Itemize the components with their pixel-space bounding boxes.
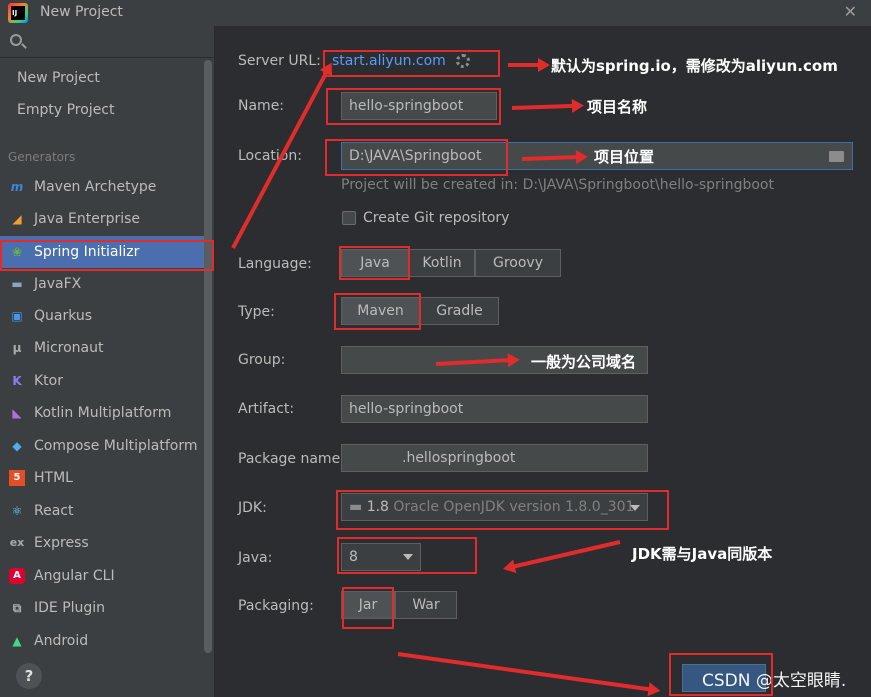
close-icon[interactable]: ✕ [844, 2, 857, 21]
artifact-field[interactable]: hello-springboot [341, 395, 648, 423]
sidebar-item-ide-plugin[interactable]: ⧉ IDE Plugin [0, 592, 207, 624]
generators-group-label: Generators [8, 150, 76, 164]
annotation-box-java-version [337, 537, 477, 574]
language-label: Language: [238, 256, 312, 272]
title-bar: IJ New Project ✕ [0, 0, 871, 26]
sidebar-item-label: Quarkus [34, 308, 93, 324]
annotation-box-location [325, 139, 508, 176]
packaging-war-button[interactable]: War [395, 591, 457, 619]
sidebar-item-kotlin-multiplatform[interactable]: ◣ Kotlin Multiplatform [0, 397, 207, 429]
folder-browse-icon[interactable] [829, 151, 844, 162]
folder-icon: ▬ [11, 277, 23, 291]
window-title: New Project [40, 4, 123, 20]
artifact-label: Artifact: [238, 401, 295, 417]
kotlin-icon: ◣ [12, 406, 22, 420]
annotation-note-group: 一般为公司域名 [531, 353, 637, 371]
search-field[interactable] [0, 30, 215, 58]
annotation-note-name: 项目名称 [587, 98, 648, 116]
sidebar-item-label: Maven Archetype [34, 179, 157, 195]
annotation-box-jar [342, 587, 394, 629]
sidebar-item-express[interactable]: ex Express [0, 527, 207, 559]
annotation-arrow [512, 540, 621, 569]
annotation-box-java [339, 246, 410, 280]
sidebar-item-react[interactable]: ⚛ React [0, 495, 207, 527]
quarkus-icon: ▣ [11, 309, 23, 323]
react-icon: ⚛ [11, 504, 23, 518]
sidebar-item-label: IDE Plugin [34, 600, 106, 616]
java-enterprise-icon: ◢ [12, 212, 22, 226]
annotation-box-server-url [323, 50, 500, 77]
server-url-label: Server URL: [238, 53, 321, 69]
express-icon: ex [9, 536, 25, 549]
ktor-icon: K [12, 374, 22, 388]
sidebar-item-angular-cli[interactable]: A Angular CLI [0, 560, 207, 592]
plugin-icon: ⧉ [12, 601, 22, 615]
annotation-note-location: 项目位置 [594, 148, 655, 166]
sidebar: New Project Empty Project Generators m Ma… [0, 26, 215, 697]
sidebar-item-new-project[interactable]: New Project [0, 62, 207, 94]
sidebar-item-label: Java Enterprise [34, 211, 141, 227]
sidebar-item-label: Ktor [34, 373, 63, 389]
angular-icon: A [9, 568, 25, 584]
annotation-box-jdk [336, 490, 669, 530]
android-icon: ▲ [12, 634, 22, 648]
maven-m-icon: m [10, 180, 24, 194]
sidebar-item-label: Micronaut [34, 340, 104, 356]
sidebar-item-maven-archetype[interactable]: m Maven Archetype [0, 171, 207, 203]
location-hint: Project will be created in: D:\JAVA\Spri… [341, 177, 774, 193]
type-gradle-button[interactable]: Gradle [420, 297, 499, 325]
packaging-label: Packaging: [238, 598, 314, 614]
sidebar-item-label: HTML [34, 470, 73, 486]
sidebar-item-label: Compose Multiplatform [34, 438, 198, 454]
location-label: Location: [238, 148, 302, 164]
language-kotlin-button[interactable]: Kotlin [409, 249, 475, 277]
sidebar-item-java-enterprise[interactable]: ◢ Java Enterprise [0, 203, 207, 235]
language-groovy-button[interactable]: Groovy [475, 249, 561, 277]
type-label: Type: [238, 304, 275, 320]
git-checkbox[interactable] [342, 211, 356, 225]
sidebar-item-compose-multiplatform[interactable]: ◆ Compose Multiplatform [0, 430, 207, 462]
micronaut-mu-icon: μ [12, 341, 22, 355]
sidebar-scrollbar[interactable] [204, 60, 212, 653]
annotation-note-server: 默认为spring.io，需修改为aliyun.com [551, 57, 838, 75]
sidebar-item-empty-project[interactable]: Empty Project [0, 94, 207, 126]
sidebar-item-javafx[interactable]: ▬ JavaFX [0, 268, 207, 300]
name-label: Name: [238, 98, 285, 114]
intellij-logo-icon: IJ [8, 3, 28, 23]
annotation-arrow [511, 103, 575, 110]
annotation-box-spring-initializr [0, 240, 214, 271]
annotation-arrow [397, 652, 651, 692]
sidebar-item-label: Android [34, 633, 89, 649]
annotation-arrow [508, 58, 550, 72]
sidebar-item-html[interactable]: 5 HTML [0, 462, 207, 494]
java-label: Java: [238, 550, 273, 566]
annotation-box-maven [334, 293, 421, 330]
git-checkbox-label: Create Git repository [363, 210, 510, 226]
annotation-note-jdk: JDK需与Java同版本 [632, 545, 773, 563]
sidebar-item-ktor[interactable]: K Ktor [0, 365, 207, 397]
jdk-label: JDK: [238, 500, 267, 516]
annotation-box-next [669, 653, 773, 696]
sidebar-item-label: Angular CLI [34, 568, 115, 584]
sidebar-item-label: JavaFX [34, 276, 82, 292]
help-button[interactable]: ? [16, 663, 42, 689]
compose-icon: ◆ [12, 439, 22, 453]
package-name-field[interactable]: .hellospringboot [341, 444, 648, 472]
sidebar-item-label: Empty Project [17, 102, 115, 118]
sidebar-item-micronaut[interactable]: μ Micronaut [0, 332, 207, 364]
sidebar-item-android[interactable]: ▲ Android [0, 625, 207, 657]
package-name-label: Package name: [238, 451, 345, 467]
html5-icon: 5 [9, 470, 25, 486]
sidebar-item-label: React [34, 503, 74, 519]
sidebar-item-quarkus[interactable]: ▣ Quarkus [0, 300, 207, 332]
sidebar-item-label: New Project [17, 70, 100, 86]
search-icon [10, 34, 22, 46]
sidebar-item-label: Kotlin Multiplatform [34, 405, 172, 421]
annotation-box-name [326, 88, 501, 125]
sidebar-item-label: Express [34, 535, 89, 551]
group-label: Group: [238, 352, 286, 368]
